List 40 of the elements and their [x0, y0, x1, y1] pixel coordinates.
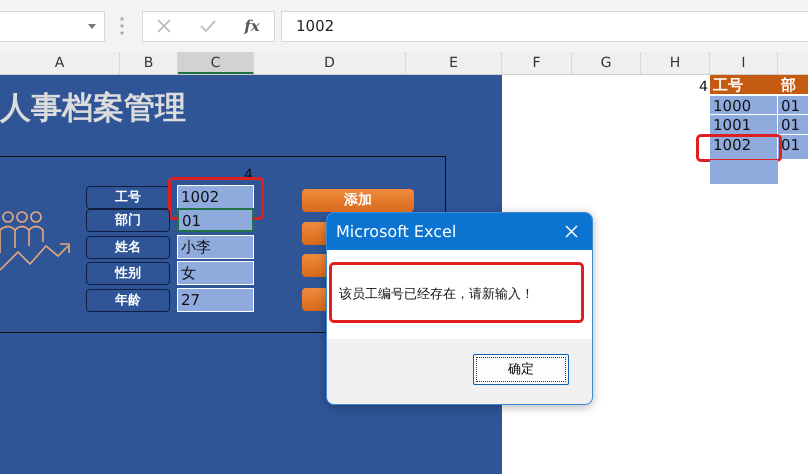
table-cell: 01 [778, 96, 808, 115]
table-header: 工号 [710, 75, 778, 95]
cancel-icon[interactable] [157, 19, 172, 33]
action-button[interactable] [302, 288, 326, 311]
table-cell: 1000 [710, 96, 778, 115]
column-header[interactable]: C [178, 52, 254, 74]
ok-button[interactable]: 确定 [473, 354, 569, 385]
field-cell[interactable]: 小李 [177, 235, 254, 259]
field-cell[interactable]: 女 [177, 261, 254, 285]
field-label: 姓名 [86, 236, 170, 259]
column-header[interactable]: D [254, 52, 406, 74]
table-cell: 01 [778, 115, 808, 135]
field-cell[interactable]: 27 [177, 288, 254, 312]
grip-icon [120, 16, 124, 36]
field-label: 性别 [86, 262, 170, 285]
formula-input[interactable]: 1002 [281, 10, 808, 42]
column-header[interactable]: H [641, 52, 710, 74]
table-cell: 01 [778, 135, 808, 160]
action-button[interactable] [302, 222, 326, 245]
column-header[interactable]: A [0, 52, 120, 74]
field-cell[interactable]: 1002 [177, 185, 254, 209]
table-cell: 1001 [710, 115, 778, 135]
table-header: 部 [778, 75, 808, 95]
insert-function-button[interactable]: fx [244, 14, 260, 38]
table-cell [710, 160, 778, 185]
field-label: 工号 [86, 186, 170, 209]
check-icon[interactable] [200, 20, 216, 32]
field-label: 年龄 [86, 289, 170, 312]
close-icon[interactable] [565, 225, 578, 238]
dropdown-icon[interactable] [88, 24, 96, 28]
column-header[interactable]: G [572, 52, 641, 74]
field-cell[interactable]: 01 [177, 208, 254, 232]
dialog-message: 该员工编号已经存在，请新输入！ [339, 286, 534, 304]
action-button[interactable] [302, 254, 326, 277]
dialog-title: Microsoft Excel [336, 220, 456, 242]
column-header[interactable]: F [502, 52, 572, 74]
column-header[interactable]: I [710, 52, 778, 74]
column-header[interactable]: E [406, 52, 502, 74]
field-label: 部门 [86, 209, 170, 232]
counter-text: 4 [699, 78, 708, 97]
